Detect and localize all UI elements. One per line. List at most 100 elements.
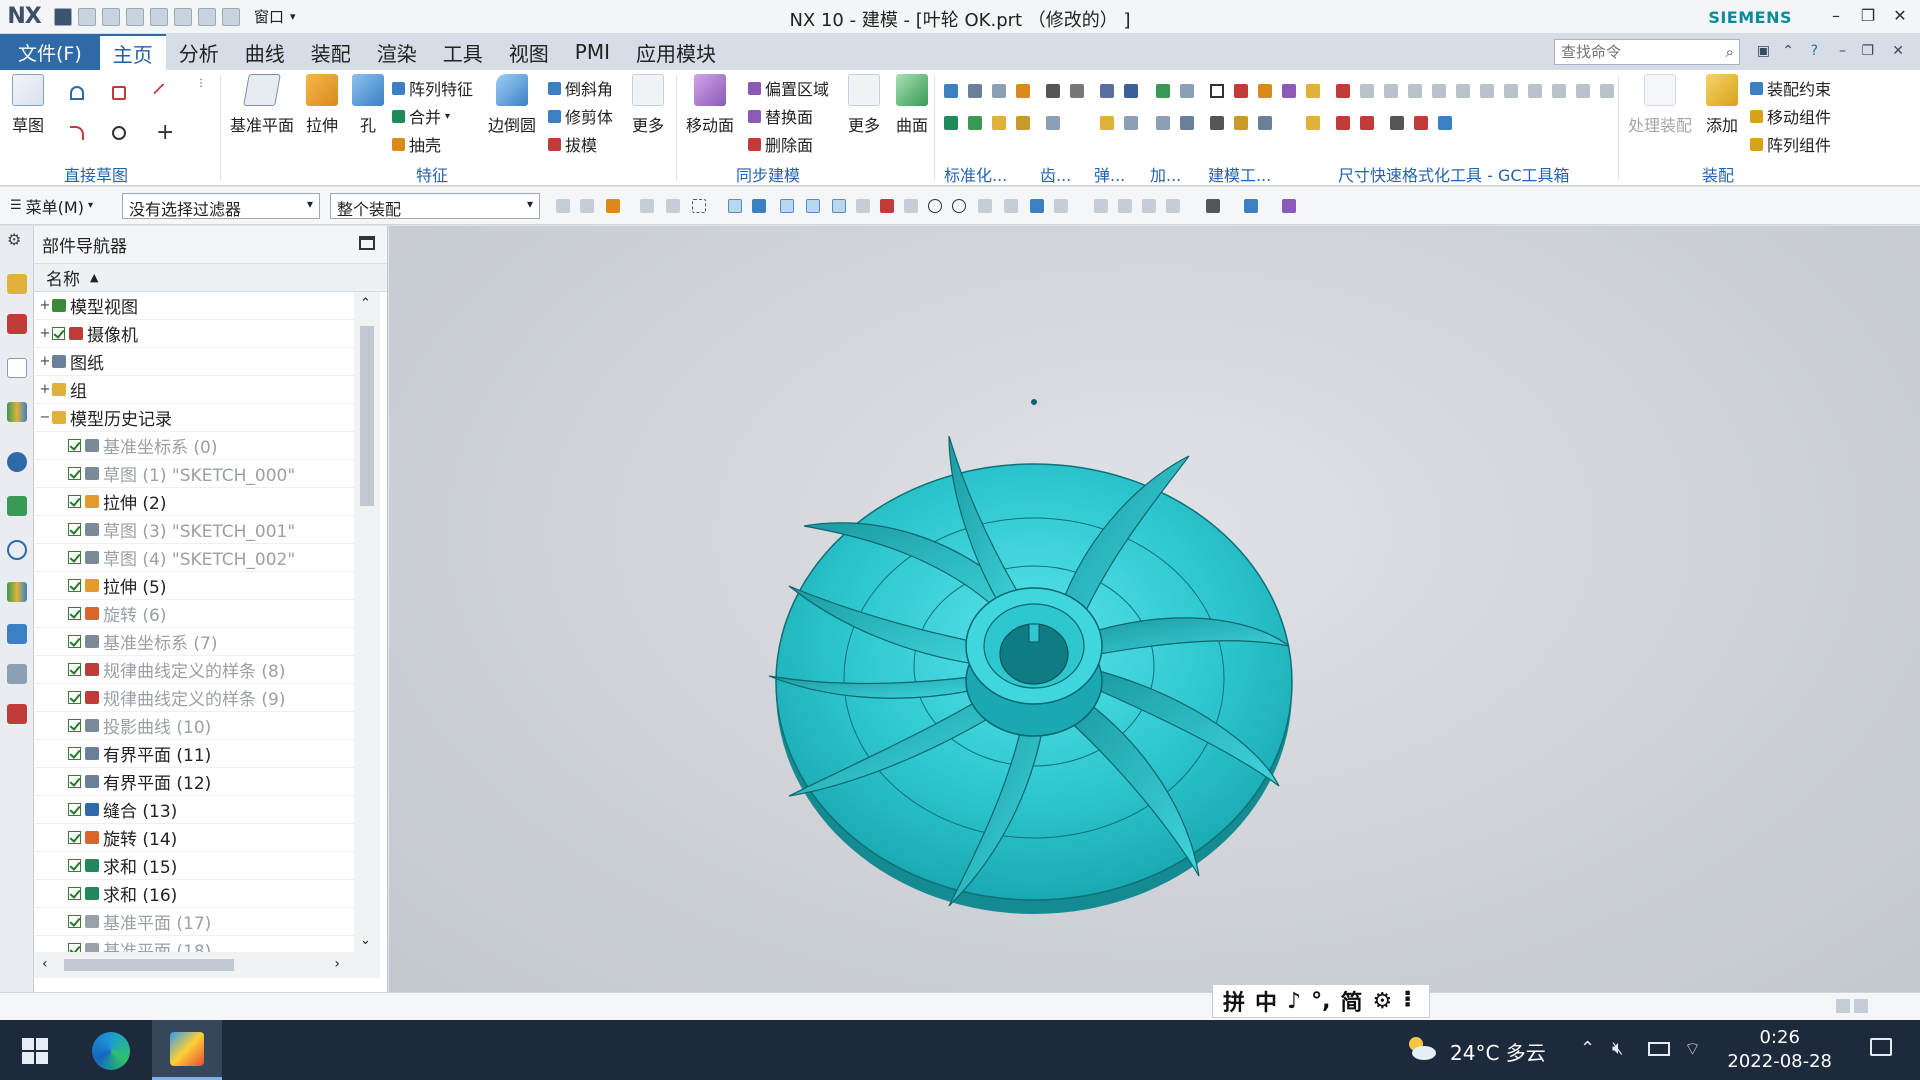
gc-format-icon[interactable] [1432,84,1446,98]
tree-node[interactable]: + 摄像机 [34,320,354,348]
gc-format-icon[interactable] [1480,84,1494,98]
constraint-navigator-icon[interactable] [7,314,27,334]
modeling-tool-icon[interactable] [1210,116,1224,130]
tree-node[interactable]: + 图纸 [34,348,354,376]
draft-button[interactable]: 拔模 [548,132,597,156]
datum-plane-button[interactable]: 基准平面 [230,74,294,136]
repeat-command-icon[interactable] [222,7,240,26]
tree-node[interactable]: 基准坐标系 (7) [34,628,354,656]
view-tool-icon[interactable] [1166,199,1180,213]
suppress-checkbox[interactable] [68,915,81,928]
modeling-tool-icon[interactable] [1282,84,1296,98]
selection-tool-icon[interactable] [640,199,654,213]
main-menu-button[interactable]: ☰ 菜单(M) ▾ [10,194,93,218]
expand-icon[interactable]: + [38,326,52,341]
gc-format-icon[interactable] [1504,84,1518,98]
history-icon[interactable] [7,496,27,516]
snap-icon[interactable] [1054,199,1068,213]
tree-node[interactable]: 草图 (3) "SKETCH_001" [34,516,354,544]
scroll-up-icon[interactable]: ⌃ [360,296,371,311]
windows-start-icon[interactable] [22,1038,48,1064]
selection-scope-dropdown[interactable]: 整个装配 ▾ [330,193,540,219]
tab-tools[interactable]: 工具 [430,34,496,70]
standard-part-icon[interactable] [968,84,982,98]
file-menu-tab[interactable]: 文件(F) [0,34,100,70]
suppress-checkbox[interactable] [68,831,81,844]
suppress-checkbox[interactable] [68,803,81,816]
add-icon[interactable] [1156,84,1170,98]
trim-body-button[interactable]: 修剪体 [548,104,613,128]
assembly-navigator-icon[interactable] [7,274,27,294]
gear-icon[interactable] [1046,84,1060,98]
edge-browser-icon[interactable] [92,1032,130,1070]
selection-tool-icon[interactable] [606,199,620,213]
standard-part-icon[interactable] [1016,116,1030,130]
snap-icon[interactable] [928,199,942,213]
suppress-checkbox[interactable] [68,467,81,480]
view-tool-icon[interactable] [1244,199,1258,213]
pattern-feature-button[interactable]: 阵列特征 [392,76,473,100]
tab-curve[interactable]: 曲线 [232,34,298,70]
tree-node[interactable]: 基准平面 (18) [34,936,354,952]
rectangle-select-icon[interactable] [692,199,706,213]
system-clock[interactable]: 0:26 2022-08-28 [1727,1026,1832,1074]
save-icon[interactable] [54,7,72,26]
tree-node[interactable]: 有界平面 (11) [34,740,354,768]
settings-icon[interactable]: ⚙ [7,230,27,250]
standard-part-icon[interactable] [968,116,982,130]
expand-icon[interactable]: + [38,382,52,397]
view-tool-icon[interactable] [1094,199,1108,213]
doc-close-icon[interactable]: ✕ [1892,43,1904,59]
chamfer-button[interactable]: 倒斜角 [548,76,613,100]
circle-icon[interactable] [112,126,126,140]
suppress-checkbox[interactable] [68,719,81,732]
gc-format-icon[interactable] [1552,84,1566,98]
undo-icon[interactable] [78,7,96,26]
view-tool-icon[interactable] [1206,199,1220,213]
snap-icon[interactable] [728,199,742,213]
gc-tool-icon[interactable] [1306,116,1320,130]
scroll-thumb[interactable] [360,326,374,506]
suppress-checkbox[interactable] [68,747,81,760]
add-icon[interactable] [1180,116,1194,130]
tree-node[interactable]: 基准平面 (17) [34,908,354,936]
spring-icon[interactable] [1100,84,1114,98]
unite-button[interactable]: 合并 ▾ [392,104,450,128]
system-materials-icon[interactable] [7,664,27,684]
view-tool-icon[interactable] [1118,199,1132,213]
gc-format-icon[interactable] [1600,84,1614,98]
point-icon[interactable]: + [156,122,174,144]
sketch-more-icon[interactable]: ⋮ [196,78,210,92]
shell-button[interactable]: 抽壳 [392,132,441,156]
sync-more-button[interactable]: 更多 [848,74,880,136]
restore-icon[interactable]: ❐ [1854,6,1882,25]
gc-format-icon[interactable] [1384,84,1398,98]
cut-icon[interactable] [126,7,144,26]
modeling-tool-icon[interactable] [1258,116,1272,130]
gc-format-icon[interactable] [1438,116,1452,130]
modeling-tool-icon[interactable] [1234,116,1248,130]
tree-node[interactable]: 草图 (4) "SKETCH_002" [34,544,354,572]
ime-settings-icon[interactable]: ⚙ [1372,989,1392,1014]
replace-face-button[interactable]: 替换面 [748,104,813,128]
gear-icon[interactable] [1070,84,1084,98]
snap-icon[interactable] [752,199,766,213]
spring-icon[interactable] [1100,116,1114,130]
gc-format-icon[interactable] [1414,116,1428,130]
impeller-model[interactable] [389,226,1920,992]
status-icon[interactable] [1854,999,1868,1013]
battery-icon[interactable] [1648,1042,1670,1056]
role-icon[interactable] [7,624,27,644]
weather-text[interactable]: 24°C 多云 [1450,1037,1546,1066]
selection-filter-dropdown[interactable]: 没有选择过滤器 ▾ [122,193,320,219]
snap-icon[interactable] [856,199,870,213]
tab-application[interactable]: 应用模块 [623,34,729,70]
view-tool-icon[interactable] [1282,199,1296,213]
collapse-icon[interactable]: − [38,410,52,425]
window-menu[interactable]: 窗口 [254,6,284,27]
gc-format-icon[interactable] [1336,116,1350,130]
tree-node[interactable]: 草图 (1) "SKETCH_000" [34,460,354,488]
window-menu-chevron-icon[interactable]: ▾ [290,10,296,23]
snap-icon[interactable] [952,199,966,213]
web-browser-icon[interactable] [7,452,27,472]
